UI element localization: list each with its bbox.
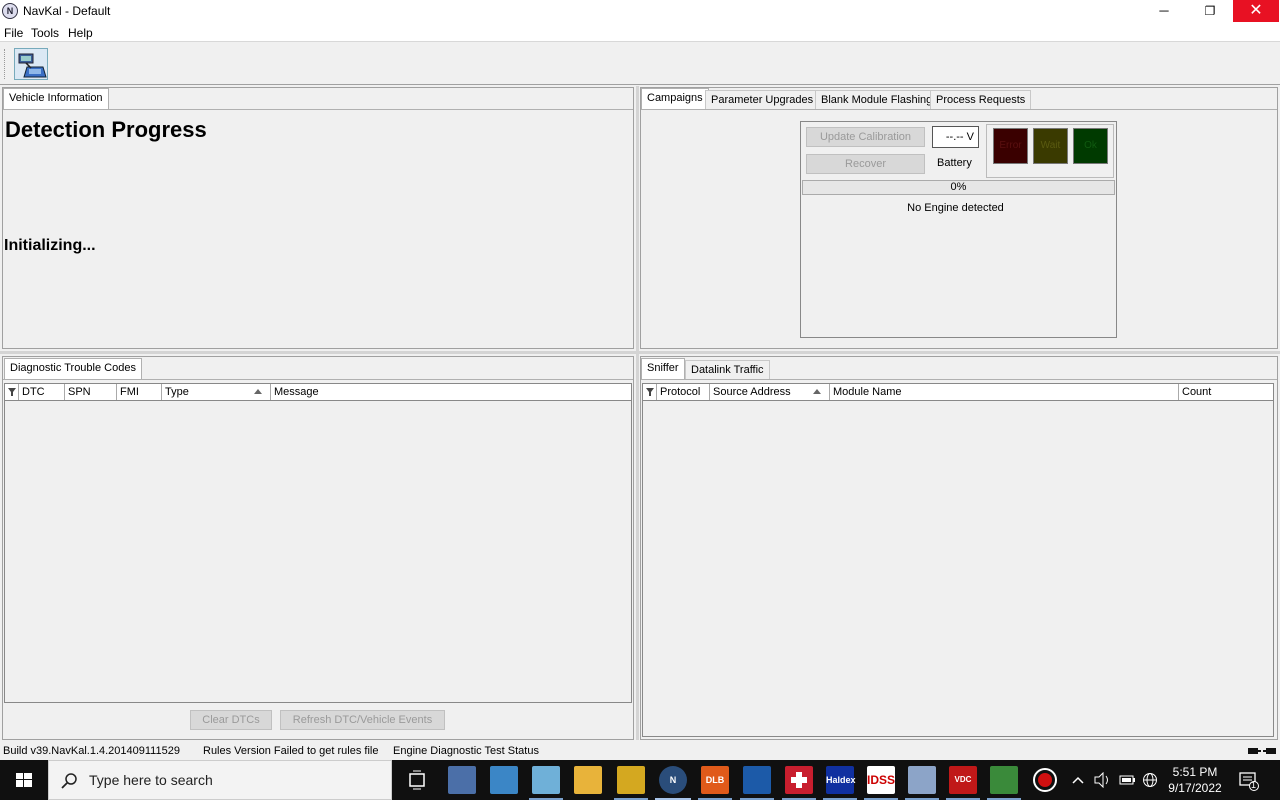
wait-light: Wait bbox=[1033, 128, 1068, 164]
file-explorer-icon[interactable] bbox=[574, 766, 602, 794]
menu-bar: File Tools Help bbox=[0, 24, 1280, 42]
record-app-icon[interactable] bbox=[1031, 766, 1059, 794]
build-version-text: Build v39.NavKal.1.4.201409111529 bbox=[3, 745, 180, 757]
menu-tools[interactable]: Tools bbox=[31, 26, 59, 40]
battery-icon[interactable] bbox=[1119, 773, 1137, 787]
sort-ascending-icon bbox=[813, 389, 821, 394]
connection-plug-icon bbox=[1248, 748, 1276, 754]
chevron-up-icon[interactable] bbox=[1071, 773, 1085, 787]
globe-network-icon[interactable] bbox=[1142, 772, 1160, 788]
search-placeholder: Type here to search bbox=[89, 772, 213, 788]
volume-icon[interactable] bbox=[1094, 772, 1112, 788]
tab-diagnostic-trouble-codes[interactable]: Diagnostic Trouble Codes bbox=[4, 358, 142, 380]
close-button[interactable]: ✕ bbox=[1233, 0, 1279, 22]
filter-icon[interactable] bbox=[643, 384, 657, 400]
column-fmi[interactable]: FMI bbox=[117, 384, 162, 400]
battery-label: Battery bbox=[937, 157, 972, 169]
toolbar bbox=[0, 43, 1280, 85]
tab-sniffer[interactable]: Sniffer bbox=[641, 358, 685, 380]
tab-datalink-traffic[interactable]: Datalink Traffic bbox=[685, 360, 770, 380]
taskbar-search-box[interactable]: Type here to search bbox=[48, 760, 392, 800]
printer-app-icon[interactable] bbox=[908, 766, 936, 794]
column-protocol[interactable]: Protocol bbox=[657, 384, 710, 400]
taskbar-clock[interactable]: 5:51 PM 9/17/2022 bbox=[1160, 764, 1230, 796]
column-message[interactable]: Message bbox=[271, 384, 631, 400]
tab-process-requests[interactable]: Process Requests bbox=[930, 90, 1032, 110]
windows-logo-icon bbox=[16, 773, 32, 787]
network-app-icon[interactable] bbox=[448, 766, 476, 794]
engine-status-text: No Engine detected bbox=[907, 202, 1004, 214]
engine-diagnostic-status-text: Engine Diagnostic Test Status bbox=[393, 745, 539, 757]
allison-app-icon[interactable] bbox=[743, 766, 771, 794]
windows-taskbar: Type here to search N DLB Haldex IDSS VD… bbox=[0, 760, 1280, 800]
search-icon bbox=[61, 773, 77, 789]
status-bar: Build v39.NavKal.1.4.201409111529 Rules … bbox=[0, 742, 1280, 760]
error-light: Error bbox=[993, 128, 1028, 164]
navkal-app-icon[interactable]: N bbox=[659, 766, 687, 794]
vehicle-info-content bbox=[3, 109, 633, 348]
clock-time: 5:51 PM bbox=[1172, 765, 1218, 779]
detection-status-text: Initializing... bbox=[4, 237, 96, 254]
tab-blank-module-flashing[interactable]: Blank Module Flashing bbox=[815, 90, 939, 110]
calculator-app-icon[interactable] bbox=[617, 766, 645, 794]
column-dtc[interactable]: DTC bbox=[19, 384, 65, 400]
column-source-address[interactable]: Source Address bbox=[710, 384, 830, 400]
sort-ascending-icon bbox=[254, 389, 262, 394]
column-count[interactable]: Count bbox=[1179, 384, 1273, 400]
horizontal-splitter[interactable] bbox=[0, 351, 1280, 354]
sniffer-table-body[interactable] bbox=[642, 401, 1274, 737]
window-title: NavKal - Default bbox=[23, 4, 111, 18]
campaign-progress-bar: 0% bbox=[802, 180, 1115, 195]
swiss-app-icon[interactable] bbox=[785, 766, 813, 794]
sniffer-table-header: Protocol Source Address Module Name Coun… bbox=[642, 383, 1274, 401]
clear-dtcs-button[interactable]: Clear DTCs bbox=[190, 710, 272, 730]
restore-button[interactable]: ❐ bbox=[1187, 0, 1233, 22]
connect-vehicle-button[interactable] bbox=[14, 48, 48, 80]
app-logo-icon: N bbox=[2, 3, 18, 19]
start-button[interactable] bbox=[0, 760, 48, 800]
dtc-table-body[interactable] bbox=[4, 401, 632, 703]
task-view-icon[interactable] bbox=[403, 766, 431, 794]
notification-count: 1 bbox=[1251, 780, 1257, 790]
battery-voltage-readout: --.-- V bbox=[932, 126, 979, 148]
tab-vehicle-information[interactable]: Vehicle Information bbox=[3, 88, 109, 110]
dlb-app-icon[interactable]: DLB bbox=[701, 766, 729, 794]
rules-version-text: Rules Version Failed to get rules file bbox=[203, 745, 379, 757]
haldex-app-icon[interactable]: Haldex bbox=[826, 766, 856, 794]
detection-progress-heading: Detection Progress bbox=[5, 117, 207, 142]
refresh-dtc-button[interactable]: Refresh DTC/Vehicle Events bbox=[280, 710, 445, 730]
idss-app-icon[interactable]: IDSS bbox=[867, 766, 895, 794]
tab-parameter-upgrades[interactable]: Parameter Upgrades bbox=[705, 90, 820, 110]
filter-icon[interactable] bbox=[5, 384, 19, 400]
ok-light: Ok bbox=[1073, 128, 1108, 164]
vdc-app-icon[interactable]: VDC bbox=[949, 766, 977, 794]
menu-help[interactable]: Help bbox=[68, 26, 93, 40]
update-calibration-button[interactable]: Update Calibration bbox=[806, 127, 925, 147]
clock-date: 9/17/2022 bbox=[1168, 781, 1222, 795]
menu-file[interactable]: File bbox=[4, 26, 23, 40]
tab-campaigns[interactable]: Campaigns bbox=[641, 88, 709, 110]
tablet-app-icon[interactable] bbox=[532, 766, 560, 794]
laptop-app-icon[interactable] bbox=[490, 766, 518, 794]
notification-icon[interactable] bbox=[1238, 771, 1260, 791]
dtc-table-header: DTC SPN FMI Type Message bbox=[4, 383, 632, 401]
laptop-connect-icon bbox=[18, 53, 47, 78]
vertical-splitter[interactable] bbox=[636, 86, 639, 740]
recover-button[interactable]: Recover bbox=[806, 154, 925, 174]
title-bar: N NavKal - Default ─ ❐ ✕ bbox=[0, 0, 1280, 24]
column-module-name[interactable]: Module Name bbox=[830, 384, 1179, 400]
excel-app-icon[interactable] bbox=[990, 766, 1018, 794]
minimize-button[interactable]: ─ bbox=[1141, 0, 1187, 22]
column-spn[interactable]: SPN bbox=[65, 384, 117, 400]
progress-label: 0% bbox=[950, 181, 967, 193]
toolbar-grip[interactable] bbox=[4, 49, 7, 79]
